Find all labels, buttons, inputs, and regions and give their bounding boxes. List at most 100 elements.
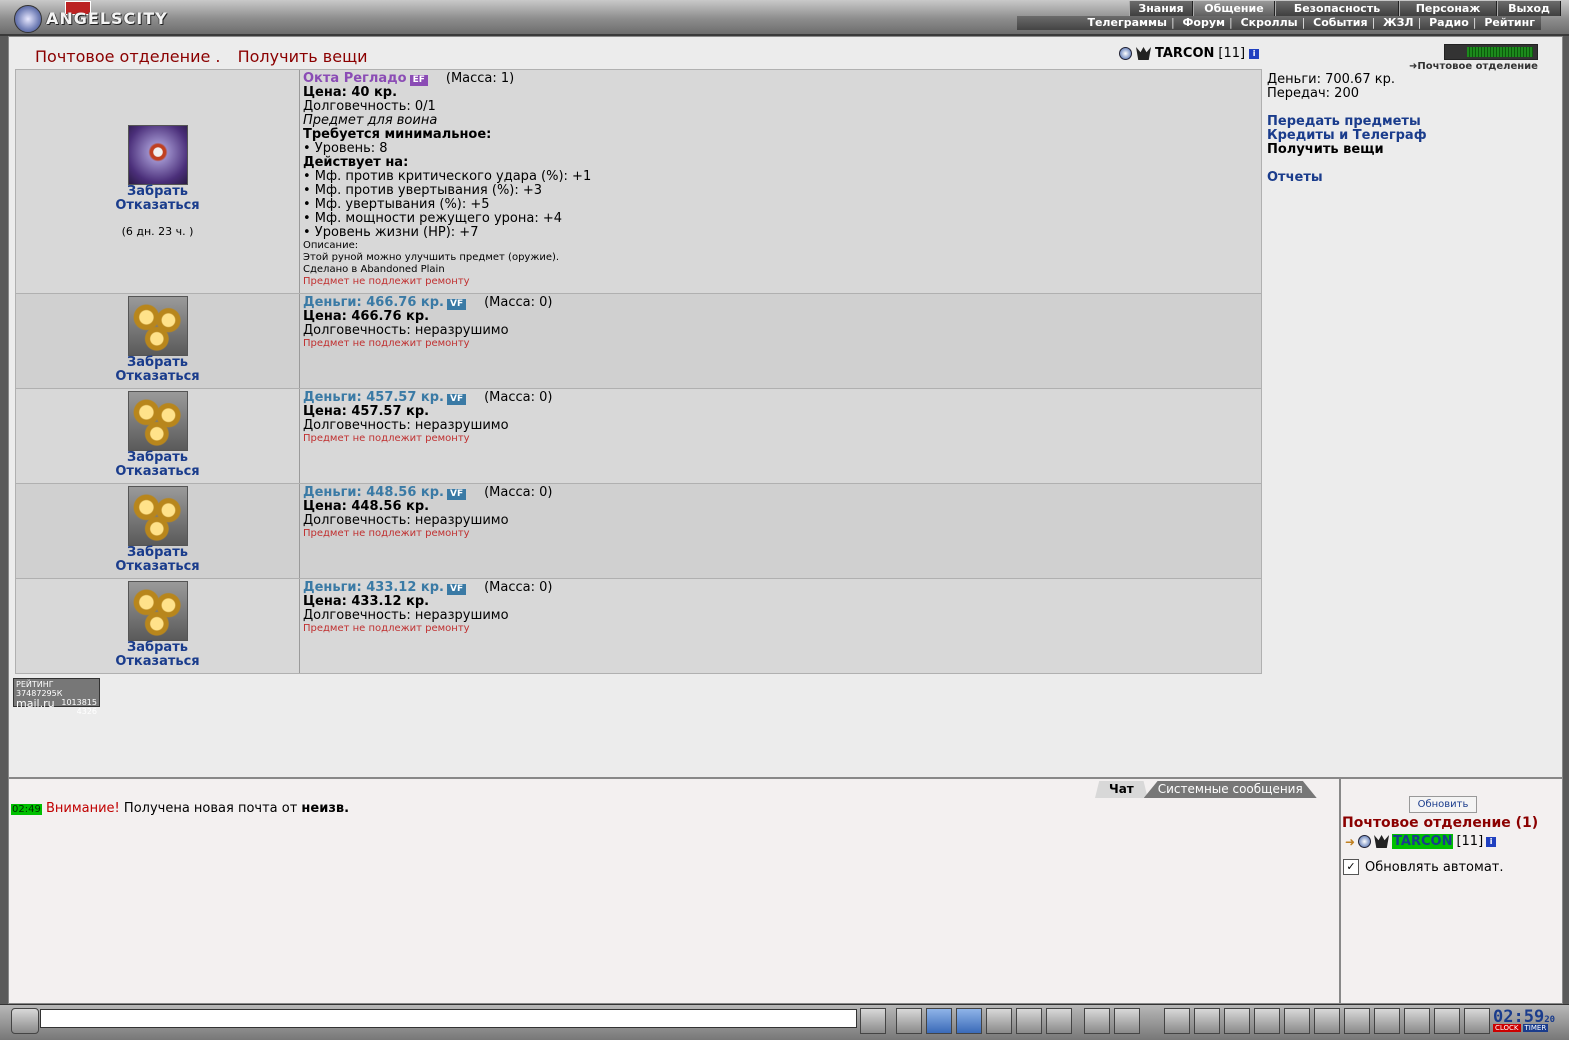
chat-mode-icon[interactable] (11, 1008, 39, 1034)
room-user-name[interactable]: TARCON (1392, 834, 1454, 849)
take-button[interactable]: Забрать (16, 546, 299, 560)
group-icon[interactable] (1404, 1008, 1430, 1034)
clock-label[interactable]: CLOCK (1493, 1024, 1521, 1032)
item-effect: • Уровень жизни (HP): +7 (303, 225, 479, 240)
clan-icon (1374, 835, 1390, 848)
clan-icon (1136, 47, 1151, 60)
fight-icon[interactable] (986, 1008, 1012, 1034)
take-button[interactable]: Забрать (16, 451, 299, 465)
friends-icon[interactable] (1374, 1008, 1400, 1034)
coins-icon (127, 486, 188, 546)
quest-icon[interactable] (1314, 1008, 1340, 1034)
item-effect: • Мф. увертывания (%): +5 (303, 197, 490, 212)
item-name[interactable]: Окта Регладо (303, 71, 407, 86)
item-name[interactable]: Деньги: 466.76 кр. (303, 295, 444, 310)
refresh-button[interactable]: Обновить (1409, 796, 1477, 813)
item-effect: • Мф. против критического удара (%): +1 (303, 169, 592, 184)
filter-icon[interactable] (926, 1008, 952, 1034)
map-icon[interactable] (1284, 1008, 1310, 1034)
item-durability: Долговечность: неразрушимо (303, 418, 509, 433)
item-badge: EF (409, 75, 428, 86)
rune-icon (127, 125, 188, 185)
item-desc: Этой руной можно улучшить предмет (оружи… (303, 252, 560, 263)
refuse-button[interactable]: Отказаться (16, 199, 299, 213)
auto-update: ✓ Обновлять автомат. (1343, 859, 1504, 875)
inventory-icon[interactable] (1224, 1008, 1250, 1034)
player-name: TARCON (1155, 46, 1215, 61)
money-info: Деньги: 700.67 кр. (1267, 72, 1395, 87)
chat-input[interactable] (40, 1009, 857, 1028)
subnav-telegrams[interactable]: Телеграммы (1087, 16, 1166, 29)
subnav-rating[interactable]: Рейтинг (1484, 16, 1535, 29)
info-icon[interactable]: i (1249, 48, 1260, 59)
refuse-button[interactable]: Отказаться (16, 655, 299, 669)
reports-link[interactable]: Отчеты (1267, 171, 1557, 185)
sound-icon[interactable] (1046, 1008, 1072, 1034)
subnav-scrolls[interactable]: Скроллы (1241, 16, 1298, 29)
item-details: Деньги: 457.57 кр. VF (Масса: 0) Цена: 457… (303, 391, 1257, 445)
smiley-icon[interactable] (1084, 1008, 1110, 1034)
transfers-info: Передач: 200 (1267, 86, 1359, 101)
tab-chat[interactable]: Чат (1095, 781, 1148, 798)
helmet-icon[interactable] (1114, 1008, 1140, 1034)
subnav-radio[interactable]: Радио (1429, 16, 1469, 29)
timer-label[interactable]: TIMER (1522, 1024, 1549, 1032)
messages-icon[interactable] (1434, 1008, 1460, 1034)
take-button[interactable]: Забрать (16, 185, 299, 199)
nav-character[interactable]: Персонаж (1399, 1, 1497, 16)
item-repair: Предмет не подлежит ремонту (303, 528, 470, 539)
nav-knowledge[interactable]: Знания (1129, 1, 1193, 16)
logo-text: ANGELSCITY (46, 9, 168, 28)
message-warning: Внимание! (45, 801, 120, 816)
item-name[interactable]: Деньги: 448.56 кр. (303, 485, 444, 500)
game-logo[interactable]: ANGELSCITY (10, 1, 175, 33)
refuse-button[interactable]: Отказаться (16, 370, 299, 384)
nav-communication[interactable]: Общение (1193, 1, 1275, 16)
info-icon[interactable]: i (1486, 836, 1497, 847)
send-icon[interactable] (860, 1008, 886, 1034)
transfer-items-link[interactable]: Передать предметы (1267, 115, 1557, 129)
auto-update-checkbox[interactable]: ✓ (1343, 859, 1359, 875)
subnav-events[interactable]: События (1313, 16, 1367, 29)
item-row: Забрать Отказаться Деньги: 457.57 кр. VF (… (15, 388, 1262, 484)
player-level: [11] (1218, 46, 1246, 61)
clock-labels: CLOCK TIMER (1493, 1024, 1550, 1032)
gold-icon[interactable] (1254, 1008, 1280, 1034)
message-time[interactable]: 02:49 (11, 804, 42, 815)
subnav-forum[interactable]: Форум (1183, 16, 1226, 29)
item-effect: • Мф. мощности режущего урона: +4 (303, 211, 563, 226)
take-button[interactable]: Забрать (16, 641, 299, 655)
rating-counter[interactable]: РЕЙТИНГ 37487295К mail.ru 1013815 4326 (13, 678, 100, 716)
item-mass: (Масса: 0) (484, 580, 553, 595)
character-icon[interactable] (1164, 1008, 1190, 1034)
take-button[interactable]: Забрать (16, 356, 299, 370)
private-icon[interactable] (1016, 1008, 1042, 1034)
item-actions: Забрать Отказаться (6 дн. 23 ч. ) (16, 70, 300, 293)
item-durability: Долговечность: неразрушимо (303, 323, 509, 338)
subnav-zhzl[interactable]: ЖЗЛ (1383, 16, 1413, 29)
item-durability: Долговечность: 0/1 (303, 99, 436, 114)
credits-telegraph-link[interactable]: Кредиты и Телеграф (1267, 129, 1557, 143)
private-arrow-icon[interactable]: ➜ (1345, 835, 1355, 849)
post-sidebar: Деньги: 700.67 кр. Передач: 200 Передать… (1267, 73, 1557, 185)
main-nav: Знания Общение Безопасность Персонаж Вых… (1129, 1, 1561, 16)
hp-bar (1444, 44, 1538, 60)
nav-security[interactable]: Безопасность (1275, 1, 1399, 16)
eraser-icon[interactable] (896, 1008, 922, 1034)
tab-system-messages[interactable]: Системные сообщения (1143, 781, 1317, 798)
nav-exit[interactable]: Выход (1497, 1, 1561, 16)
exit-icon[interactable] (1464, 1008, 1490, 1034)
magic-icon[interactable] (1194, 1008, 1220, 1034)
message-sender: неизв. (301, 801, 350, 816)
item-details: Деньги: 466.76 кр. VF (Масса: 0) Цена: 466… (303, 296, 1257, 350)
room-panel: Обновить Почтовое отделение (1) ➜ TARCON… (1340, 778, 1563, 1004)
item-name[interactable]: Деньги: 457.57 кр. (303, 390, 444, 405)
item-row: Забрать Отказаться Деньги: 448.56 кр. VF (… (15, 483, 1262, 579)
refuse-button[interactable]: Отказаться (16, 465, 299, 479)
save-icon[interactable] (956, 1008, 982, 1034)
clan-menu-icon[interactable] (1344, 1008, 1370, 1034)
item-details: Окта Регладо EF (Масса: 1) Цена: 40 кр. До… (303, 72, 1257, 288)
item-name[interactable]: Деньги: 433.12 кр. (303, 580, 444, 595)
refuse-button[interactable]: Отказаться (16, 560, 299, 574)
post-office-link[interactable]: ➜Почтовое отделение (1409, 61, 1538, 72)
